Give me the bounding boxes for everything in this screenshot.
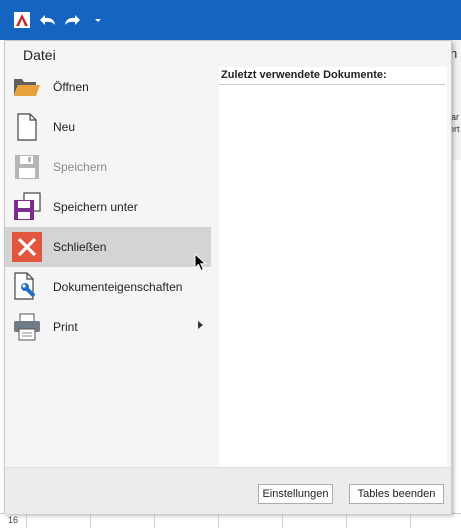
menu-item-new[interactable]: Neu <box>5 107 211 147</box>
menu-item-open[interactable]: Öffnen <box>5 67 211 107</box>
divider <box>219 84 445 85</box>
save-as-icon <box>11 191 43 223</box>
menu-item-close[interactable]: Schließen <box>5 227 211 267</box>
menu-item-label: Neu <box>53 120 76 134</box>
submenu-arrow-icon <box>198 321 203 329</box>
title-bar <box>0 0 461 40</box>
grid-line <box>346 514 347 528</box>
menu-item-label: Öffnen <box>53 80 89 94</box>
menu-item-save[interactable]: Speichern <box>5 147 211 187</box>
ribbon-fragment-text: ar <box>451 112 460 122</box>
menu-item-label: Speichern unter <box>53 200 138 214</box>
menu-item-save-as[interactable]: Speichern unter <box>5 187 211 227</box>
grid-line <box>154 514 155 528</box>
undo-icon[interactable] <box>36 0 60 40</box>
save-icon <box>11 151 43 183</box>
printer-icon <box>11 311 43 343</box>
menu-item-label: Print <box>53 320 78 334</box>
file-menu-commands: Öffnen Neu Speichern Speichern unter Sch… <box>5 67 211 477</box>
menu-item-print[interactable]: Print <box>5 307 211 347</box>
menu-item-label: Dokumenteigenschaften <box>53 280 183 294</box>
quick-access-menu-icon[interactable] <box>88 0 108 40</box>
grid-line <box>282 514 283 528</box>
grid-line <box>218 514 219 528</box>
file-menu-footer: Einstellungen Tables beenden <box>5 467 451 514</box>
new-document-icon <box>11 111 43 143</box>
folder-open-icon <box>11 71 43 103</box>
menu-item-label: Schließen <box>53 240 107 254</box>
menu-item-label: Speichern <box>53 160 108 174</box>
close-x-icon <box>11 231 43 263</box>
grid-line <box>90 514 91 528</box>
grid-line <box>26 514 27 528</box>
quit-tables-button[interactable]: Tables beenden <box>349 484 444 504</box>
mouse-pointer-icon <box>194 252 207 277</box>
document-properties-icon <box>11 271 43 303</box>
grid-line <box>410 514 411 528</box>
file-menu-title: Datei <box>23 47 56 63</box>
redo-icon[interactable] <box>60 0 84 40</box>
file-menu: Datei Öffnen Neu Speichern Speichern unt… <box>4 40 452 514</box>
recent-documents-heading: Zuletzt verwendete Dokumente: <box>221 69 387 81</box>
row-number: 16 <box>8 515 19 525</box>
spreadsheet-row: 16 <box>0 513 461 528</box>
app-logo-icon[interactable] <box>10 0 34 40</box>
settings-button[interactable]: Einstellungen <box>258 484 333 504</box>
recent-documents-panel: Zuletzt verwendete Dokumente: <box>219 67 447 477</box>
menu-item-document-properties[interactable]: Dokumenteigenschaften <box>5 267 211 307</box>
